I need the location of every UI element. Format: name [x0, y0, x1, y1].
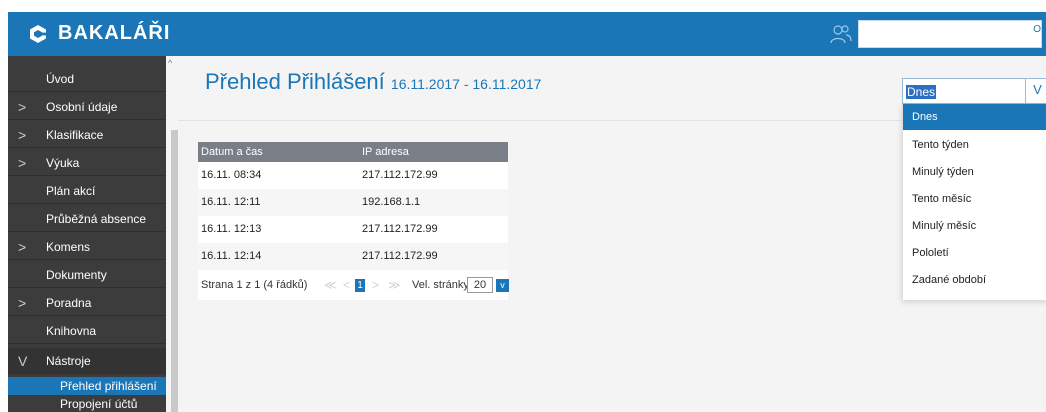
period-option-zadane-obdobi[interactable]: Zadané období	[903, 267, 1046, 293]
cell-datetime: 16.11. 12:11	[201, 196, 261, 208]
sidebar-item-label: Poradna	[46, 296, 92, 310]
sidebar-item-label: Nástroje	[46, 354, 91, 368]
pager-summary: Strana 1 z 1 (4 řádků)	[201, 279, 308, 291]
chevron-right-icon: >	[18, 127, 27, 143]
sidebar-item-prubezna-absence[interactable]: Průběžná absence	[8, 206, 166, 232]
sidebar-item-klasifikace[interactable]: > Klasifikace	[8, 122, 166, 148]
sidebar-item-label: Klasifikace	[46, 128, 104, 142]
user-box[interactable]: O	[858, 20, 1042, 48]
cell-datetime: 16.11. 08:34	[201, 169, 262, 181]
cell-datetime: 16.11. 12:13	[201, 223, 262, 235]
sidebar-item-nastroje[interactable]: V Nástroje	[8, 348, 166, 374]
users-icon[interactable]	[830, 23, 852, 45]
top-bar: BAKALÁŘI O	[8, 12, 1046, 56]
table-row: 16.11. 12:14 217.112.172.99	[198, 243, 508, 270]
cell-ip: 192.168.1.1	[362, 196, 421, 208]
column-header-datetime[interactable]: Datum a čas	[201, 142, 263, 162]
period-option-tento-tyden[interactable]: Tento týden	[903, 132, 1046, 158]
period-option-tento-mesic[interactable]: Tento měsíc	[903, 186, 1046, 212]
sidebar-item-label: Plán akcí	[46, 184, 96, 198]
column-header-ip[interactable]: IP adresa	[362, 142, 409, 162]
sidebar-item-label: Dokumenty	[46, 268, 107, 282]
chevron-right-icon: >	[18, 155, 27, 171]
page-size-dropdown-icon[interactable]: v	[496, 279, 509, 292]
page-size-label: Vel. stránky	[412, 279, 469, 291]
sidebar-subitem-prehled-prihlaseni[interactable]: Přehled přihlášení	[8, 377, 166, 395]
cell-datetime: 16.11. 12:14	[201, 250, 262, 262]
period-option-minuly-tyden[interactable]: Minulý týden	[903, 159, 1046, 185]
sidebar-item-label: Úvod	[46, 72, 75, 86]
sidebar-item-plan-akci[interactable]: Plán akcí	[8, 178, 166, 204]
chevron-down-icon[interactable]: V	[1025, 79, 1046, 103]
chevron-right-icon: >	[18, 239, 27, 255]
option-label: Minulý měsíc	[912, 220, 977, 232]
chevron-right-icon: >	[18, 99, 27, 115]
table-row: 16.11. 12:11 192.168.1.1	[198, 189, 508, 216]
date-range: 16.11.2017 - 16.11.2017	[390, 76, 542, 92]
sidebar-item-knihovna[interactable]: Knihovna	[8, 318, 166, 344]
scrollbar-thumb[interactable]	[171, 130, 178, 412]
login-table: Datum a čas IP adresa 16.11. 08:34 217.1…	[198, 142, 509, 300]
sidebar-item-label: Komens	[46, 240, 91, 254]
sidebar: Úvod > Osobní údaje > Klasifikace > Výuka P…	[8, 56, 166, 412]
last-page-icon[interactable]: ≫	[388, 278, 401, 292]
option-label: Tento týden	[912, 139, 969, 151]
page-title: Přehled Přihlášení 16.11.2017 - 16.11.20…	[205, 69, 541, 95]
chevron-down-icon: V	[18, 353, 28, 369]
sidebar-subitem-propojeni-uctu[interactable]: Propojení účtů	[8, 395, 166, 412]
table-header: Datum a čas IP adresa	[198, 142, 508, 162]
page-title-text: Přehled Přihlášení	[205, 69, 385, 94]
scroll-up-icon[interactable]: ^	[168, 58, 172, 68]
sidebar-subitem-label: Propojení účtů	[60, 397, 138, 411]
sidebar-item-label: Knihovna	[46, 324, 97, 338]
table-row: 16.11. 12:13 217.112.172.99	[198, 216, 508, 243]
period-dropdown: Dnes Tento týden Minulý týden Tento měsí…	[902, 104, 1046, 300]
sidebar-item-vyuka[interactable]: > Výuka	[8, 150, 166, 176]
pager: Strana 1 z 1 (4 řádků) ≪ < 1 > ≫ Vel. st…	[198, 270, 509, 300]
option-label: Tento měsíc	[912, 193, 972, 205]
sidebar-subitem-label: Přehled přihlášení	[60, 379, 157, 393]
sidebar-item-uvod[interactable]: Úvod	[8, 66, 166, 92]
sidebar-item-osobni-udaje[interactable]: > Osobní údaje	[8, 94, 166, 120]
period-option-pololeti[interactable]: Pololetí	[903, 240, 1046, 266]
period-select-value: Dnes	[906, 85, 937, 99]
period-option-minuly-mesic[interactable]: Minulý měsíc	[903, 213, 1046, 239]
period-option-dnes[interactable]: Dnes	[903, 104, 1046, 130]
period-select[interactable]: Dnes V	[902, 78, 1046, 104]
sidebar-item-label: Průběžná absence	[46, 212, 147, 226]
sidebar-item-label: Osobní údaje	[46, 100, 118, 114]
table-row: 16.11. 08:34 217.112.172.99	[198, 162, 508, 189]
logo[interactable]: BAKALÁŘI	[28, 22, 170, 45]
sidebar-item-komens[interactable]: > Komens	[8, 234, 166, 260]
sidebar-item-poradna[interactable]: > Poradna	[8, 290, 166, 316]
app-name: BAKALÁŘI	[58, 22, 171, 44]
option-label: Pololetí	[912, 247, 949, 259]
option-label: Dnes	[912, 111, 938, 123]
cell-ip: 217.112.172.99	[362, 250, 438, 262]
prev-page-icon[interactable]: <	[343, 278, 350, 292]
first-page-icon[interactable]: ≪	[324, 278, 337, 292]
chevron-right-icon: >	[18, 295, 27, 311]
page-size-input[interactable]: 20	[467, 277, 493, 293]
app-window: BAKALÁŘI O Úvod > Osobní údaje > Klasifika…	[8, 12, 1046, 412]
cell-ip: 217.112.172.99	[362, 223, 438, 235]
option-label: Minulý týden	[912, 166, 974, 178]
sidebar-item-label: Výuka	[46, 156, 80, 170]
bakalari-logo-icon	[30, 24, 47, 43]
user-box-edge-text: O	[1033, 24, 1041, 35]
sidebar-item-dokumenty[interactable]: Dokumenty	[8, 262, 166, 288]
next-page-icon[interactable]: >	[372, 278, 379, 292]
cell-ip: 217.112.172.99	[362, 169, 438, 181]
page-1-button[interactable]: 1	[355, 279, 365, 292]
option-label: Zadané období	[912, 274, 987, 286]
